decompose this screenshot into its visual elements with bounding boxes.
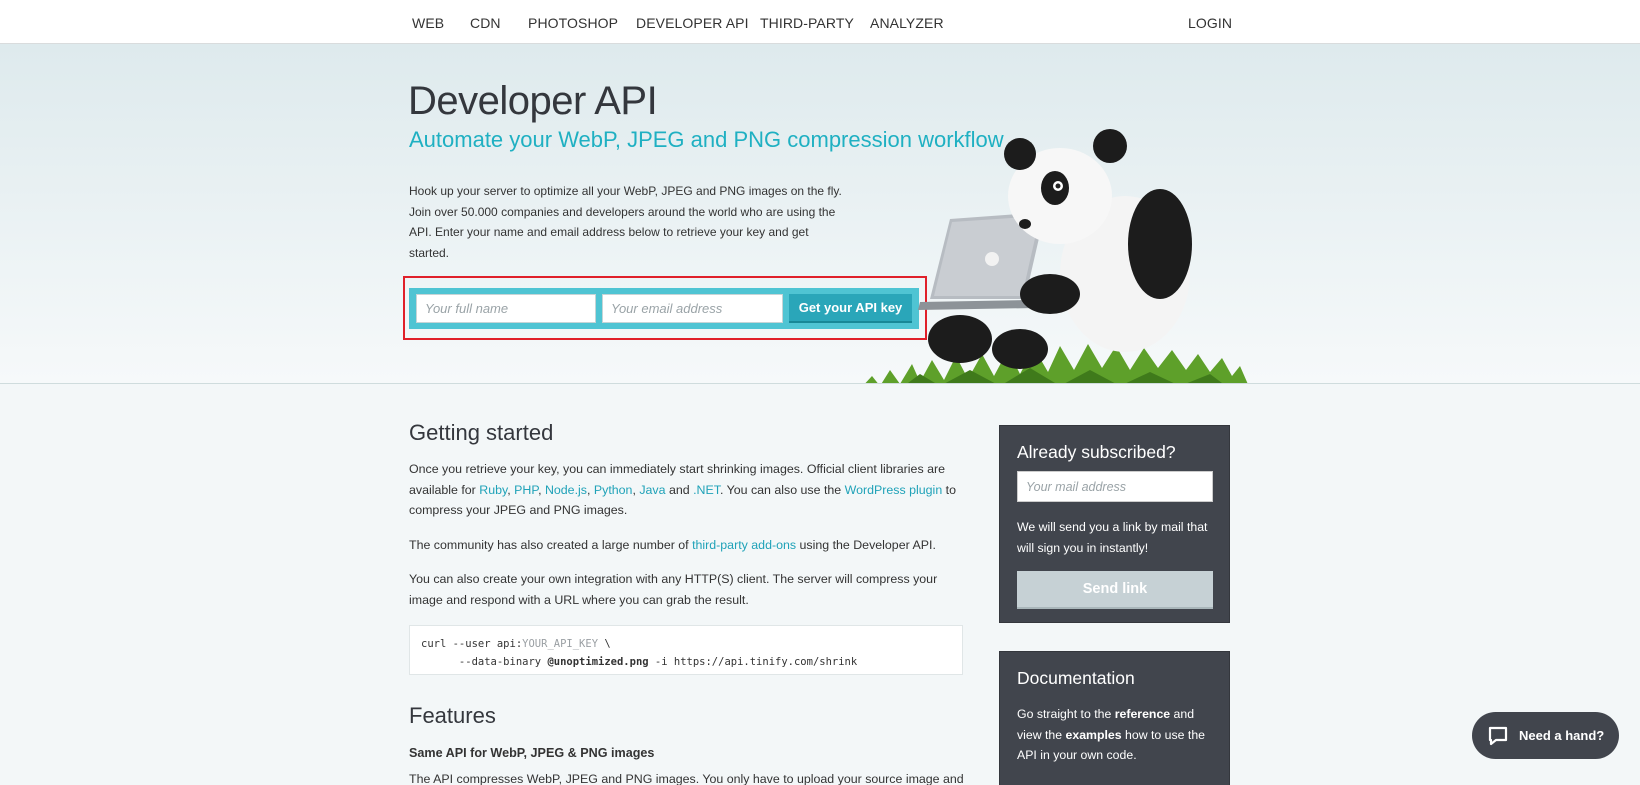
page-title: Developer API: [408, 79, 658, 123]
nav-item-web[interactable]: WEB: [412, 15, 444, 31]
code-api-key: YOUR_API_KEY: [522, 638, 599, 650]
link-wordpress-plugin[interactable]: WordPress plugin: [845, 483, 943, 497]
paragraph-text: and: [665, 482, 694, 497]
nav-item-cdn[interactable]: CDN: [470, 15, 501, 31]
code-filename: @unoptimized.png: [547, 656, 649, 668]
code-text: --data-binary: [421, 656, 548, 668]
link-java[interactable]: Java: [639, 483, 665, 497]
feature-text: The API compresses WebP, JPEG and PNG im…: [409, 772, 964, 785]
feature-title: Same API for WebP, JPEG & PNG images: [409, 746, 655, 760]
hero-description: Hook up your server to optimize all your…: [409, 184, 842, 260]
documentation-text: Go straight to the reference and view th…: [1017, 704, 1217, 766]
full-name-input[interactable]: [416, 294, 596, 323]
code-text: -i https://api.tinify.com/shrink: [648, 656, 858, 668]
features-heading: Features: [409, 703, 496, 728]
integration-paragraph: You can also create your own integration…: [409, 572, 938, 607]
chat-label: Need a hand?: [1519, 728, 1605, 743]
already-subscribed-title: Already subscribed?: [1017, 442, 1176, 462]
hero-section: Developer API Automate your WebP, JPEG a…: [0, 44, 1640, 384]
email-input[interactable]: [602, 294, 783, 323]
send-link-button[interactable]: Send link: [1017, 571, 1213, 609]
nav-login[interactable]: LOGIN: [1188, 15, 1232, 31]
getting-started-heading: Getting started: [409, 420, 554, 445]
examples-link[interactable]: examples: [1066, 728, 1122, 742]
doc-text: Go straight to the: [1017, 707, 1115, 721]
code-text: curl --user api:: [421, 638, 523, 650]
top-nav: WEB CDN PHOTOSHOP DEVELOPER API THIRD-PA…: [0, 0, 1640, 44]
link-third-party-addons[interactable]: third-party add-ons: [692, 538, 796, 552]
documentation-card: Documentation Go straight to the referen…: [999, 651, 1230, 785]
help-chat-button[interactable]: Need a hand?: [1472, 712, 1619, 759]
chat-bubble-icon: [1488, 726, 1508, 746]
link-dotnet[interactable]: .NET: [693, 483, 720, 497]
link-python[interactable]: Python: [594, 483, 633, 497]
panda-illustration: [865, 129, 1248, 383]
mail-address-input[interactable]: [1017, 471, 1213, 502]
already-subscribed-card: Already subscribed? We will send you a l…: [999, 425, 1230, 623]
paragraph-text: using the Developer API.: [796, 538, 936, 552]
nav-item-analyzer[interactable]: ANALYZER: [870, 15, 944, 31]
documentation-title: Documentation: [1017, 668, 1135, 688]
paragraph-text: The community has also created a large n…: [409, 538, 693, 552]
nav-item-developer-api[interactable]: DEVELOPER API: [636, 15, 749, 31]
paragraph-text: . You can also use the: [719, 482, 845, 497]
nav-item-photoshop[interactable]: PHOTOSHOP: [528, 15, 618, 31]
link-ruby[interactable]: Ruby: [479, 483, 507, 497]
community-paragraph: The community has also created a large n…: [409, 535, 964, 556]
link-nodejs[interactable]: Node.js: [545, 483, 587, 497]
curl-code-block: curl --user api:YOUR_API_KEY \ --data-bi…: [409, 625, 963, 675]
getting-started-paragraph: Once you retrieve your key, you can imme…: [409, 462, 956, 517]
link-php[interactable]: PHP: [514, 483, 538, 497]
subscribed-info-text: We will send you a link by mail that wil…: [1017, 520, 1208, 555]
code-text: \: [598, 638, 611, 650]
reference-link[interactable]: reference: [1115, 707, 1170, 721]
nav-item-third-party[interactable]: THIRD-PARTY: [760, 15, 854, 31]
